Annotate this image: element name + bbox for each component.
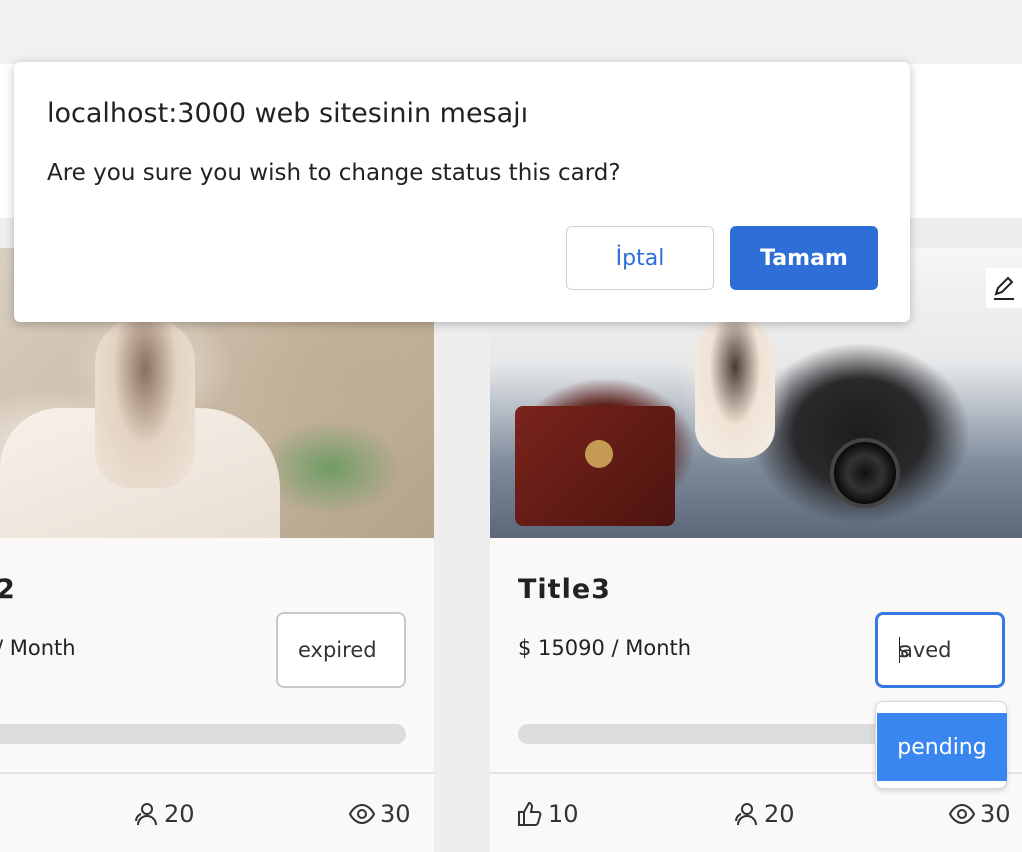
views-count: 30 [380,800,411,828]
users-icon [135,803,157,826]
card-footer: 20 30 [0,772,434,852]
box-knob-shape [585,440,613,468]
cancel-button[interactable]: İptal [566,226,714,290]
views-stat[interactable]: 30 [948,800,1011,828]
ok-button[interactable]: Tamam [730,226,878,290]
views-count: 30 [980,800,1011,828]
status-select[interactable]: s aved [875,612,1005,688]
dialog-message: Are you sure you wish to change status t… [47,160,621,186]
members-count: 20 [764,800,795,828]
users-icon [735,803,757,826]
card-price: $ 15090 / Month [518,636,692,660]
edit-button[interactable] [986,268,1022,308]
card-2: 2 / Month expired 20 30 [0,248,434,852]
views-stat[interactable]: 30 [348,800,411,828]
eye-icon [948,803,976,825]
confirm-dialog: localhost:3000 web sitesinin mesajı Are … [14,62,910,322]
dropdown-option-pending[interactable]: pending [877,713,1007,781]
members-stat[interactable]: 20 [132,800,195,828]
thumbs-up-icon [518,801,542,826]
likes-count: 10 [548,800,579,828]
browser-top-area [0,0,1022,60]
progress-bar [0,724,406,744]
card-title: 2 [0,574,16,605]
card-price: / Month [0,636,76,660]
status-select[interactable]: expired [276,612,406,688]
cat-shape [695,318,775,458]
dialog-title: localhost:3000 web sitesinin mesajı [47,98,529,129]
cat-shape [95,318,195,488]
likes-stat[interactable]: 10 [516,800,579,828]
eye-icon [348,803,376,825]
camera-lens-shape [830,438,900,508]
status-value: expired [298,638,377,662]
card-title: Title3 [518,574,611,605]
status-dropdown: pending [875,701,1007,789]
members-count: 20 [164,800,195,828]
pencil-icon [994,276,1014,300]
members-stat[interactable]: 20 [732,800,795,828]
status-value-rest: aved [899,638,952,662]
